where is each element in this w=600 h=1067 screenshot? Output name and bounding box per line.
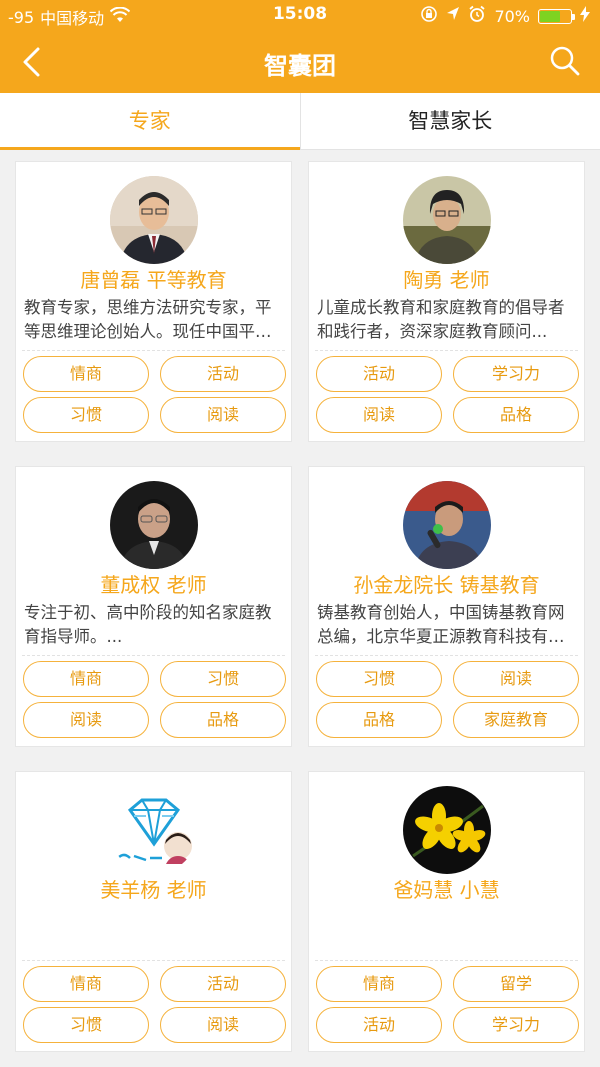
tag-button[interactable]: 阅读	[453, 661, 579, 697]
expert-name: 爸妈慧 小慧	[393, 878, 500, 902]
tag-list: 情商 活动 习惯 阅读	[23, 966, 286, 1043]
man-glasses-avatar	[109, 481, 198, 569]
tag-button[interactable]: 情商	[316, 966, 442, 1002]
expert-description	[24, 906, 283, 956]
expert-name: 陶勇 老师	[403, 268, 490, 292]
expert-card[interactable]: 爸妈慧 小慧 情商 留学 活动 学习力	[308, 771, 585, 1052]
battery-percent: 70%	[494, 6, 530, 26]
tag-button[interactable]: 习惯	[316, 661, 442, 697]
tag-button[interactable]: 阅读	[160, 397, 286, 433]
expert-grid: 唐曾磊 平等教育 教育专家，思维方法研究专家，平等思维理论创始人。现任中国平等教…	[15, 161, 585, 1052]
battery-icon	[538, 8, 575, 24]
tag-button[interactable]: 留学	[453, 966, 579, 1002]
card-divider	[315, 655, 578, 656]
expert-name: 唐曾磊 平等教育	[80, 268, 227, 292]
tab-wise-parents[interactable]: 智慧家长	[301, 93, 600, 149]
tag-button[interactable]: 品格	[160, 702, 286, 738]
expert-description: 儿童成长教育和家庭教育的倡导者和践行者，资深家庭教育顾问...	[317, 298, 565, 341]
expert-card[interactable]: 唐曾磊 平等教育 教育专家，思维方法研究专家，平等思维理论创始人。现任中国平等教…	[15, 161, 292, 442]
tab-experts[interactable]: 专家	[0, 93, 300, 150]
tag-button[interactable]: 习惯	[23, 1007, 149, 1043]
tag-button[interactable]: 活动	[160, 966, 286, 1002]
status-bar: -95 中国移动 15:08 70%	[0, 0, 600, 30]
expert-card[interactable]: 董成权 老师 专注于初、高中阶段的知名家庭教育指导师。... 情商 习惯 阅读 …	[15, 466, 292, 747]
tag-button[interactable]: 情商	[23, 356, 149, 392]
expert-name: 孙金龙院长 铸基教育	[353, 573, 540, 597]
status-right: 70%	[420, 5, 590, 27]
navigation-bar: 智囊团	[0, 30, 600, 93]
tag-list: 情商 活动 习惯 阅读	[23, 356, 286, 433]
alarm-icon	[468, 5, 486, 27]
tag-button[interactable]: 习惯	[160, 661, 286, 697]
expert-description: 专注于初、高中阶段的知名家庭教育指导师。...	[24, 603, 272, 646]
man-in-suit-avatar	[109, 176, 198, 264]
card-divider	[315, 960, 578, 961]
tag-button[interactable]: 品格	[453, 397, 579, 433]
search-icon[interactable]	[548, 44, 582, 78]
tag-button[interactable]: 学习力	[453, 356, 579, 392]
yellow-flower-avatar	[402, 786, 491, 874]
speaker-microphone-avatar	[402, 481, 491, 569]
location-icon	[446, 6, 460, 26]
card-divider	[22, 655, 285, 656]
expert-description: 铸基教育创始人，中国铸基教育网总编，北京华夏正源教育科技有限公司...	[317, 603, 565, 646]
expert-description	[317, 906, 576, 956]
expert-card[interactable]: 美羊杨 老师 情商 活动 习惯 阅读	[15, 771, 292, 1052]
tag-button[interactable]: 学习力	[453, 1007, 579, 1043]
card-divider	[22, 350, 285, 351]
tag-button[interactable]: 品格	[316, 702, 442, 738]
tag-list: 情商 习惯 阅读 品格	[23, 661, 286, 738]
tag-button[interactable]: 活动	[316, 356, 442, 392]
expert-card[interactable]: 孙金龙院长 铸基教育 铸基教育创始人，中国铸基教育网总编，北京华夏正源教育科技有…	[308, 466, 585, 747]
expert-card[interactable]: 陶勇 老师 儿童成长教育和家庭教育的倡导者和践行者，资深家庭教育顾问... 活动…	[308, 161, 585, 442]
tag-button[interactable]: 家庭教育	[453, 702, 579, 738]
tag-button[interactable]: 阅读	[23, 702, 149, 738]
tag-button[interactable]: 活动	[316, 1007, 442, 1043]
charging-icon	[580, 6, 590, 26]
card-divider	[22, 960, 285, 961]
rotation-lock-icon	[420, 5, 438, 27]
tag-button[interactable]: 活动	[160, 356, 286, 392]
tag-button[interactable]: 情商	[23, 661, 149, 697]
expert-name: 董成权 老师	[100, 573, 207, 597]
expert-description: 教育专家，思维方法研究专家，平等思维理论创始人。现任中国平等教育网总编...	[24, 298, 272, 341]
man-outdoors-avatar	[402, 176, 491, 264]
diamond-logo-avatar	[109, 786, 198, 874]
battery-level	[540, 10, 560, 22]
tag-list: 习惯 阅读 品格 家庭教育	[316, 661, 579, 738]
tag-button[interactable]: 习惯	[23, 397, 149, 433]
tab-bar: 专家 智慧家长	[0, 93, 600, 150]
tag-list: 情商 留学 活动 学习力	[316, 966, 579, 1043]
battery-cap	[572, 13, 575, 20]
page-title: 智囊团	[264, 52, 336, 80]
tag-list: 活动 学习力 阅读 品格	[316, 356, 579, 433]
tag-button[interactable]: 阅读	[316, 397, 442, 433]
tag-button[interactable]: 阅读	[160, 1007, 286, 1043]
expert-name: 美羊杨 老师	[100, 878, 207, 902]
card-divider	[315, 350, 578, 351]
tag-button[interactable]: 情商	[23, 966, 149, 1002]
